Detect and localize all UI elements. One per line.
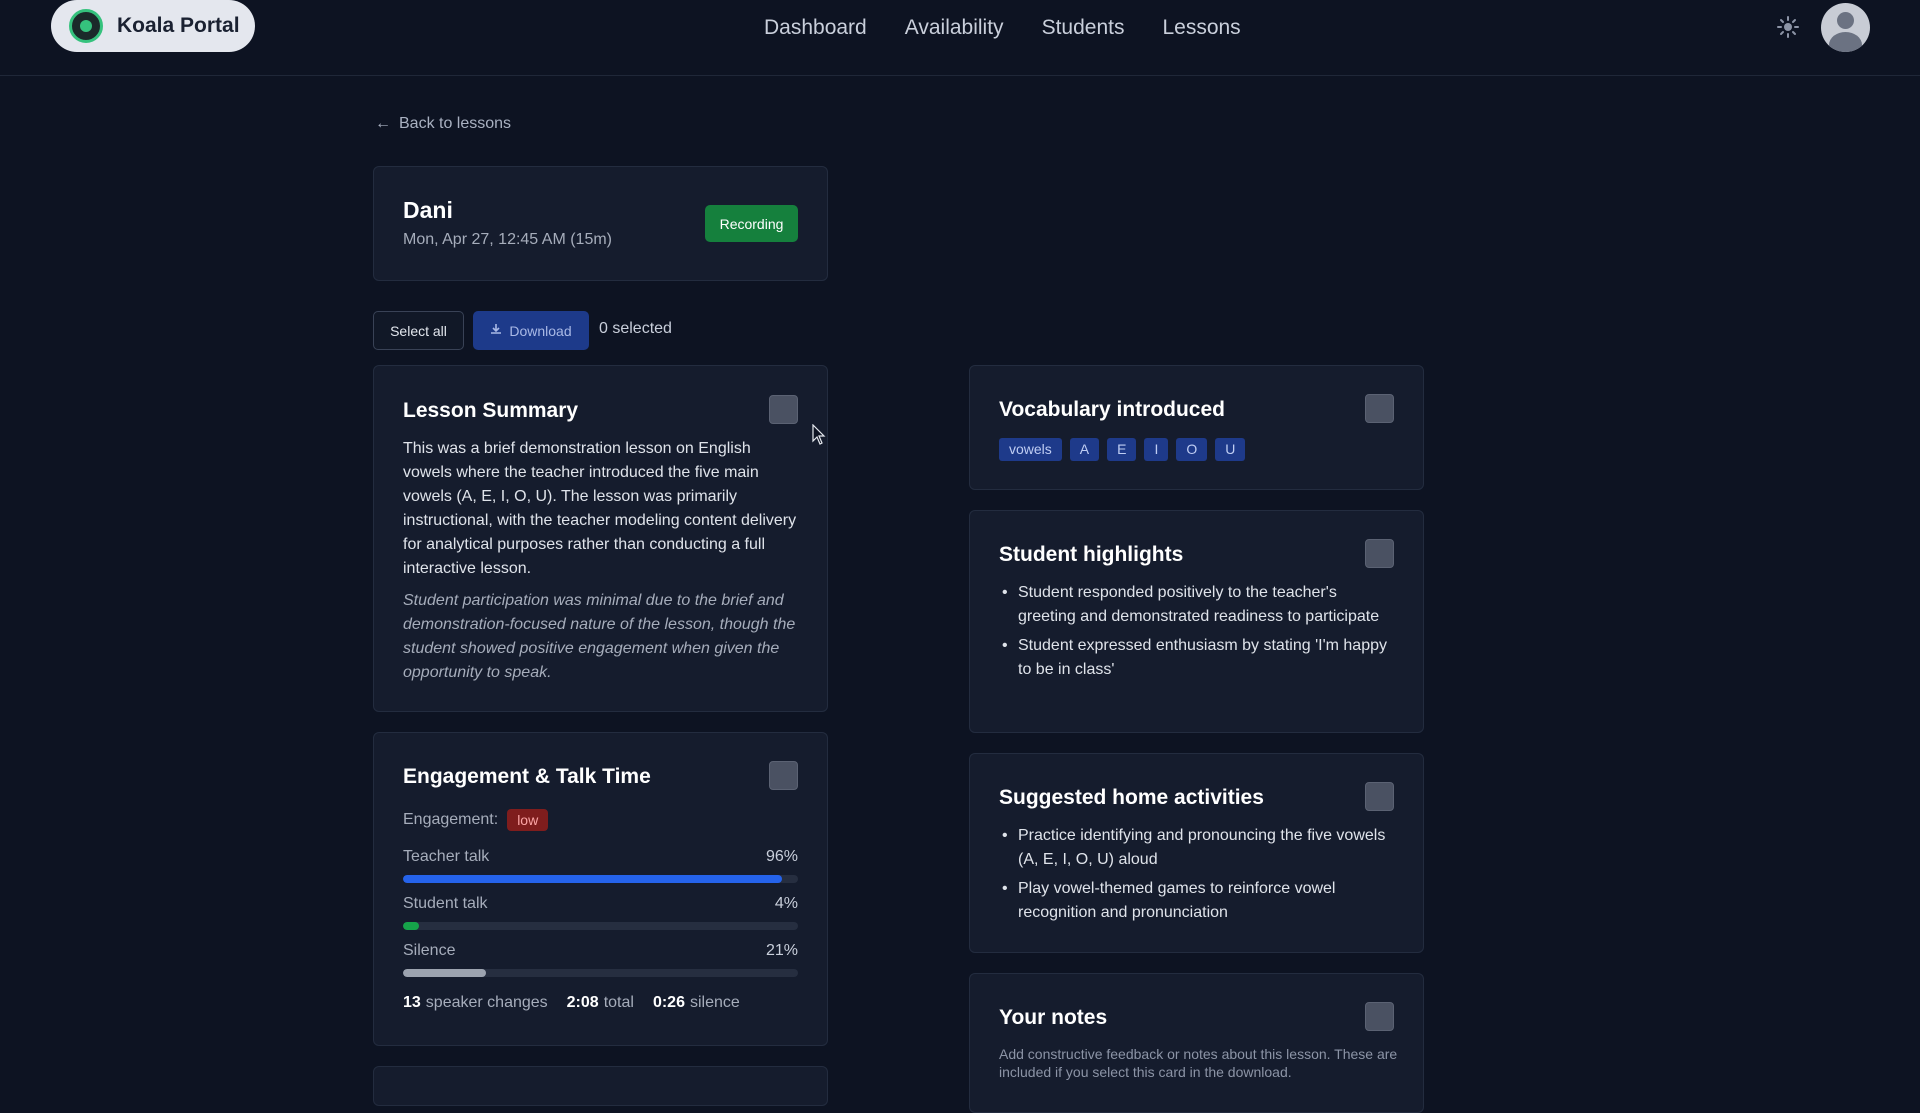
talk-stats: 13 speaker changes 2:08 total 0:26 silence	[403, 994, 759, 1012]
progress-track	[403, 922, 798, 930]
engagement-level-badge: low	[507, 809, 549, 831]
activities-list: Practice identifying and pronouncing the…	[999, 824, 1399, 930]
vocabulary-chips: vowels A E I O U	[999, 438, 1246, 461]
vocab-chip: E	[1107, 438, 1137, 461]
vocabulary-title: Vocabulary introduced	[999, 398, 1225, 421]
silence-metric: Silence 21%	[403, 942, 798, 977]
home-activities-checkbox[interactable]	[1365, 782, 1394, 811]
recording-badge[interactable]: Recording	[705, 205, 798, 242]
silence-bar	[403, 969, 486, 977]
progress-track	[403, 969, 798, 977]
back-to-lessons-link[interactable]: ← Back to lessons	[375, 115, 511, 133]
metric-label: Silence	[403, 942, 456, 959]
koala-logo-icon	[69, 9, 103, 43]
list-item: Student expressed enthusiasm by stating …	[999, 634, 1399, 682]
vocabulary-checkbox[interactable]	[1365, 394, 1394, 423]
brand-home-button[interactable]: Koala Portal	[51, 0, 255, 52]
metric-percent: 4%	[774, 895, 798, 912]
lesson-datetime: Mon, Apr 27, 12:45 AM (15m)	[403, 231, 612, 248]
download-button[interactable]: Download	[473, 311, 589, 350]
notes-hint: Add constructive feedback or notes about…	[999, 1046, 1398, 1080]
student-talk-metric: Student talk 4%	[403, 895, 798, 930]
your-notes-title: Your notes	[999, 1006, 1108, 1029]
lesson-header-card: Dani Mon, Apr 27, 12:45 AM (15m) Recordi…	[373, 166, 828, 281]
engagement-title: Engagement & Talk Time	[403, 765, 651, 788]
list-item: Practice identifying and pronouncing the…	[999, 824, 1399, 872]
metric-percent: 96%	[765, 848, 798, 865]
list-item: Play vowel-themed games to reinforce vow…	[999, 877, 1399, 925]
lesson-summary-note: Student participation was minimal due to…	[403, 592, 796, 681]
selected-count: 0 selected	[599, 320, 672, 337]
student-highlights-card: Student highlights Student responded pos…	[969, 510, 1424, 733]
lesson-summary-title: Lesson Summary	[403, 399, 579, 422]
engagement-level-row: Engagement: low	[403, 809, 549, 831]
metric-percent: 21%	[765, 942, 798, 959]
nav-students[interactable]: Students	[1042, 14, 1125, 41]
download-label: Download	[509, 322, 572, 339]
home-activities-card: Suggested home activities Practice ident…	[969, 753, 1424, 953]
student-highlights-checkbox[interactable]	[1365, 539, 1394, 568]
progress-track	[403, 875, 798, 883]
list-item: Student responded positively to the teac…	[999, 581, 1399, 629]
nav-lessons[interactable]: Lessons	[1162, 14, 1240, 41]
student-talk-bar	[403, 922, 419, 930]
download-icon	[490, 323, 502, 338]
vocab-chip: vowels	[999, 438, 1062, 461]
top-navigation-bar: Koala Portal Dashboard Availability Stud…	[0, 0, 1920, 76]
nav-availability[interactable]: Availability	[905, 14, 1004, 41]
vocab-chip: I	[1144, 438, 1169, 461]
teacher-talk-bar	[403, 875, 783, 883]
next-card-partial	[373, 1066, 828, 1106]
student-name: Dani	[403, 197, 453, 223]
student-highlights-title: Student highlights	[999, 543, 1184, 566]
user-avatar-icon[interactable]	[1821, 3, 1870, 52]
total-time-label: total	[603, 994, 634, 1011]
metric-label: Student talk	[403, 895, 488, 912]
mouse-cursor-icon	[812, 423, 826, 446]
teacher-talk-metric: Teacher talk 96%	[403, 848, 798, 883]
arrow-left-icon: ←	[375, 115, 391, 132]
lesson-summary-checkbox[interactable]	[769, 395, 798, 424]
nav-dashboard[interactable]: Dashboard	[764, 14, 867, 41]
sun-icon[interactable]	[1776, 16, 1800, 40]
highlights-list: Student responded positively to the teac…	[999, 581, 1399, 687]
vocabulary-card: Vocabulary introduced vowels A E I O U	[969, 365, 1424, 490]
vocab-chip: A	[1069, 438, 1100, 461]
total-time-value: 2:08	[566, 994, 599, 1011]
back-link-label: Back to lessons	[399, 115, 512, 132]
vocab-chip: O	[1176, 438, 1208, 461]
select-all-button[interactable]: Select all	[373, 311, 464, 350]
engagement-card: Engagement & Talk Time Engagement: low T…	[373, 732, 828, 1046]
home-activities-title: Suggested home activities	[999, 786, 1264, 809]
silence-time-label: silence	[689, 994, 740, 1011]
speaker-changes-value: 13	[403, 994, 421, 1011]
vocab-chip: U	[1215, 438, 1246, 461]
engagement-label: Engagement:	[403, 811, 499, 828]
speaker-changes-label: speaker changes	[425, 994, 548, 1011]
lesson-summary-body: This was a brief demonstration lesson on…	[403, 440, 797, 577]
main-nav: Dashboard Availability Students Lessons	[764, 14, 1279, 41]
silence-time-value: 0:26	[652, 994, 685, 1011]
metric-label: Teacher talk	[403, 848, 490, 865]
brand-name: Koala Portal	[117, 14, 240, 37]
your-notes-checkbox[interactable]	[1365, 1002, 1394, 1031]
lesson-summary-card: Lesson Summary This was a brief demonstr…	[373, 365, 828, 712]
your-notes-card: Your notes Add constructive feedback or …	[969, 973, 1424, 1113]
engagement-checkbox[interactable]	[769, 761, 798, 790]
